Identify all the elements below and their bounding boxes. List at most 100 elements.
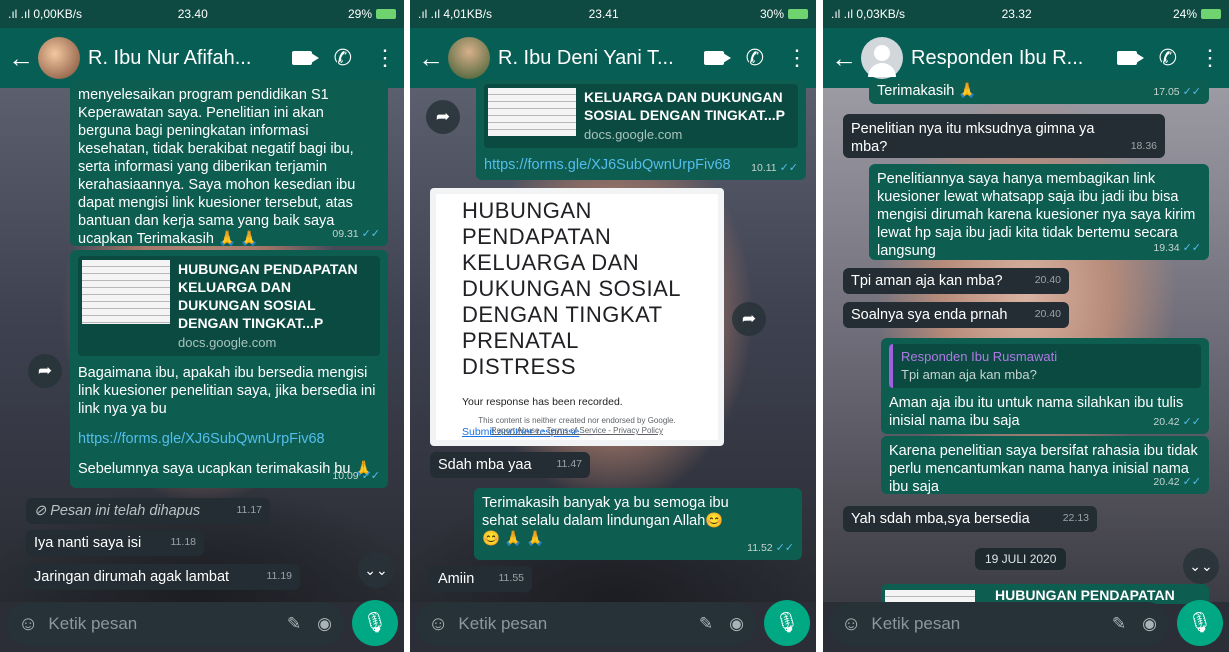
back-arrow-icon[interactable]: ←: [831, 43, 857, 74]
image-message-form-screenshot[interactable]: HUBUNGAN PENDAPATAN KELUARGA DAN DUKUNGA…: [430, 188, 724, 446]
message-time: 20.42: [1153, 476, 1180, 488]
more-options-icon[interactable]: ⋮: [374, 45, 396, 71]
message-bubble-outgoing[interactable]: HUBUNGAN PENDAPATAN KELUARGA DAN DUKUNGA…: [70, 250, 388, 488]
message-bubble-incoming[interactable]: Tpi aman aja kan mba? 20.40: [843, 268, 1069, 294]
message-text: Pesan ini telah dihapus: [50, 503, 201, 519]
forward-icon[interactable]: ➦: [426, 100, 460, 134]
contact-avatar[interactable]: [38, 37, 80, 79]
message-text: Sdah mba yaa: [438, 457, 532, 473]
attach-icon[interactable]: ✎: [287, 614, 301, 634]
contact-avatar[interactable]: [861, 37, 903, 79]
emoji-icon[interactable]: ☺: [841, 613, 861, 636]
form-footer-links: Report Abuse - Terms of Service - Privac…: [491, 426, 663, 435]
message-time: 20.40: [1034, 274, 1061, 286]
contact-name[interactable]: Responden Ibu R...: [911, 47, 1107, 70]
back-arrow-icon[interactable]: ←: [418, 43, 444, 74]
message-bubble-outgoing[interactable]: Terimakasih 🙏 17.05 ✓✓: [869, 80, 1209, 104]
link-preview-title: HUBUNGAN PENDAPATAN: [995, 587, 1175, 603]
scroll-down-icon[interactable]: ⌄⌄: [1183, 548, 1219, 584]
message-bubble-outgoing[interactable]: KELUARGA DAN DUKUNGAN SOSIAL DENGAN TING…: [476, 80, 806, 180]
link-preview-domain: docs.google.com: [178, 335, 277, 350]
message-bubble-outgoing[interactable]: menyelesaikan program pendidikan S1 Kepe…: [70, 80, 388, 247]
deleted-icon: ⊘: [34, 503, 47, 519]
quoted-message[interactable]: Responden Ibu Rusmawati Tpi aman aja kan…: [889, 344, 1201, 388]
message-bubble-incoming[interactable]: Sdah mba yaa 11.47: [430, 452, 590, 478]
emoji-icon[interactable]: ☺: [18, 613, 38, 636]
message-text: Jaringan dirumah agak lambat: [34, 569, 230, 585]
message-bubble-incoming[interactable]: Penelitian nya itu mksudnya gimna ya mba…: [843, 114, 1165, 158]
attach-icon[interactable]: ✎: [1112, 614, 1126, 634]
mic-button[interactable]: 🎙: [764, 600, 810, 646]
message-input[interactable]: ☺ Ketik pesan ✎ ◉: [416, 602, 756, 646]
status-time: 23.32: [1001, 7, 1032, 21]
message-bubble-outgoing[interactable]: Penelitiannya saya hanya membagikan link…: [869, 164, 1209, 260]
message-text: Bagaimana ibu, apakah ibu bersedia mengi…: [78, 365, 376, 417]
battery-percent: 24%: [1172, 7, 1197, 21]
message-bubble-incoming[interactable]: Soalnya sya enda prnah 20.40: [843, 302, 1069, 328]
battery-icon: [376, 9, 396, 19]
message-input-placeholder: Ketik pesan: [458, 614, 548, 633]
status-bar: .ıl .ıl 0,00KB/s 23.40 29%: [0, 0, 404, 28]
status-bar: .ıl .ıl 0,03KB/s 23.32 24%: [823, 0, 1229, 28]
scroll-down-icon[interactable]: ⌄⌄: [358, 552, 394, 588]
form-footer-text: This content is neither created nor endo…: [478, 416, 676, 425]
message-time: 11.47: [556, 458, 583, 470]
message-input[interactable]: ☺ Ketik pesan ✎ ◉: [829, 602, 1169, 646]
message-bubble-outgoing[interactable]: HUBUNGAN PENDAPATAN: [881, 584, 1209, 604]
read-ticks-icon: ✓✓: [1182, 476, 1201, 488]
message-text: Penelitian nya itu mksudnya gimna ya mba…: [851, 121, 1095, 155]
battery-icon: [1201, 9, 1221, 19]
video-call-icon[interactable]: [703, 51, 731, 65]
emoji-icon[interactable]: ☺: [428, 613, 448, 636]
message-bubble-incoming[interactable]: Yah sdah mba,sya bersedia 22.13: [843, 506, 1097, 532]
contact-name[interactable]: R. Ibu Deni Yani T...: [498, 47, 694, 70]
network-speed: .ıl .ıl 0,03KB/s: [831, 7, 906, 21]
voice-call-icon[interactable]: ✆: [334, 45, 352, 71]
video-call-icon[interactable]: [291, 51, 319, 65]
link-preview[interactable]: HUBUNGAN PENDAPATAN KELUARGA DAN DUKUNGA…: [78, 256, 380, 356]
chat-header: ← Responden Ibu R... ✆ ⋮: [823, 28, 1229, 88]
message-bubble-incoming[interactable]: Jaringan dirumah agak lambat 11.19: [26, 564, 300, 590]
network-speed: .ıl .ıl 4,01KB/s: [418, 7, 493, 21]
message-bubble-incoming[interactable]: ⊘ Pesan ini telah dihapus 11.17: [26, 498, 270, 524]
message-time: 09.31: [332, 228, 359, 240]
message-time: 11.47: [686, 426, 713, 438]
message-bubble-incoming[interactable]: Amiin 11.55: [430, 566, 532, 592]
message-text: Tpi aman aja kan mba?: [851, 273, 1003, 289]
read-ticks-icon: ✓✓: [775, 542, 794, 554]
forward-icon[interactable]: ➦: [28, 354, 62, 388]
camera-icon[interactable]: ◉: [729, 614, 744, 634]
more-options-icon[interactable]: ⋮: [1199, 45, 1221, 71]
contact-name[interactable]: R. Ibu Nur Afifah...: [88, 47, 282, 70]
chat-header: ← R. Ibu Deni Yani T... ✆ ⋮: [410, 28, 816, 88]
video-call-icon[interactable]: [1116, 51, 1144, 65]
voice-call-icon[interactable]: ✆: [746, 45, 764, 71]
link-preview-thumbnail: [885, 590, 975, 603]
message-bubble-outgoing[interactable]: Karena penelitian saya bersifat rahasia …: [881, 436, 1209, 495]
link-preview-domain: docs.google.com: [584, 127, 683, 142]
camera-icon[interactable]: ◉: [317, 614, 332, 634]
attach-icon[interactable]: ✎: [699, 614, 713, 634]
message-bubble-outgoing[interactable]: Responden Ibu Rusmawati Tpi aman aja kan…: [881, 338, 1209, 434]
status-bar: .ıl .ıl 4,01KB/s 23.41 30%: [410, 0, 816, 28]
camera-icon[interactable]: ◉: [1142, 614, 1157, 634]
read-ticks-icon: ✓✓: [1182, 416, 1201, 428]
contact-avatar[interactable]: [448, 37, 490, 79]
message-bubble-incoming[interactable]: Iya nanti saya isi 11.18: [26, 530, 204, 556]
mic-button[interactable]: 🎙: [1177, 600, 1223, 646]
message-bubble-outgoing[interactable]: Terimakasih banyak ya bu semoga ibu seha…: [474, 488, 802, 560]
mic-button[interactable]: 🎙: [352, 600, 398, 646]
link-preview-thumbnail: [82, 260, 170, 324]
more-options-icon[interactable]: ⋮: [786, 45, 808, 71]
voice-call-icon[interactable]: ✆: [1159, 45, 1177, 71]
back-arrow-icon[interactable]: ←: [8, 43, 34, 74]
message-input[interactable]: ☺ Ketik pesan ✎ ◉: [6, 602, 344, 646]
forward-icon[interactable]: ➦: [732, 302, 766, 336]
link-preview[interactable]: KELUARGA DAN DUKUNGAN SOSIAL DENGAN TING…: [484, 84, 798, 148]
message-text: Yah sdah mba,sya bersedia: [851, 511, 1030, 527]
message-link[interactable]: https://forms.gle/XJ6SubQwnUrpFiv68: [78, 430, 380, 448]
message-time: 17.05: [1153, 86, 1180, 98]
message-input-placeholder: Ketik pesan: [48, 614, 138, 633]
phone-screen-1: .ıl .ıl 0,00KB/s 23.40 29% ← R. Ibu Nur …: [0, 0, 404, 652]
battery-percent: 29%: [347, 7, 372, 21]
